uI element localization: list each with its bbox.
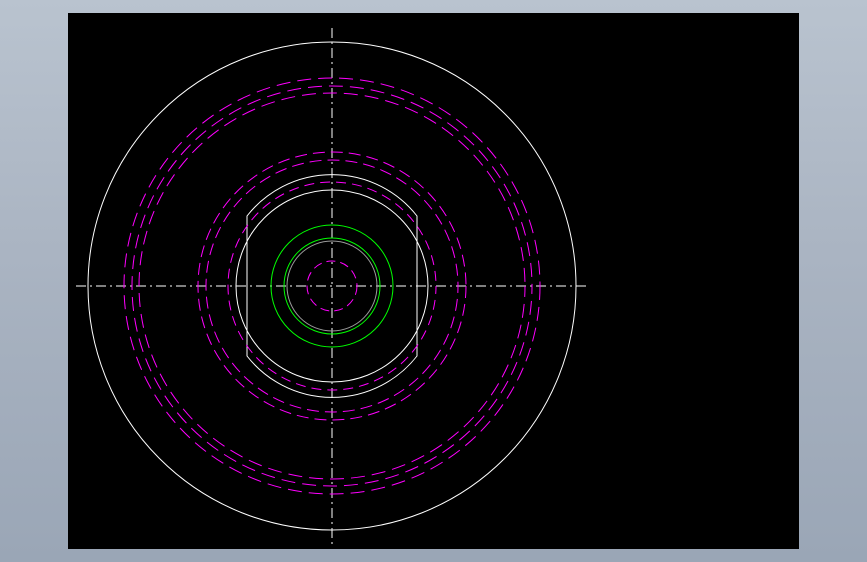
- cad-drawing: [76, 28, 588, 545]
- drawing-viewport[interactable]: [68, 13, 799, 549]
